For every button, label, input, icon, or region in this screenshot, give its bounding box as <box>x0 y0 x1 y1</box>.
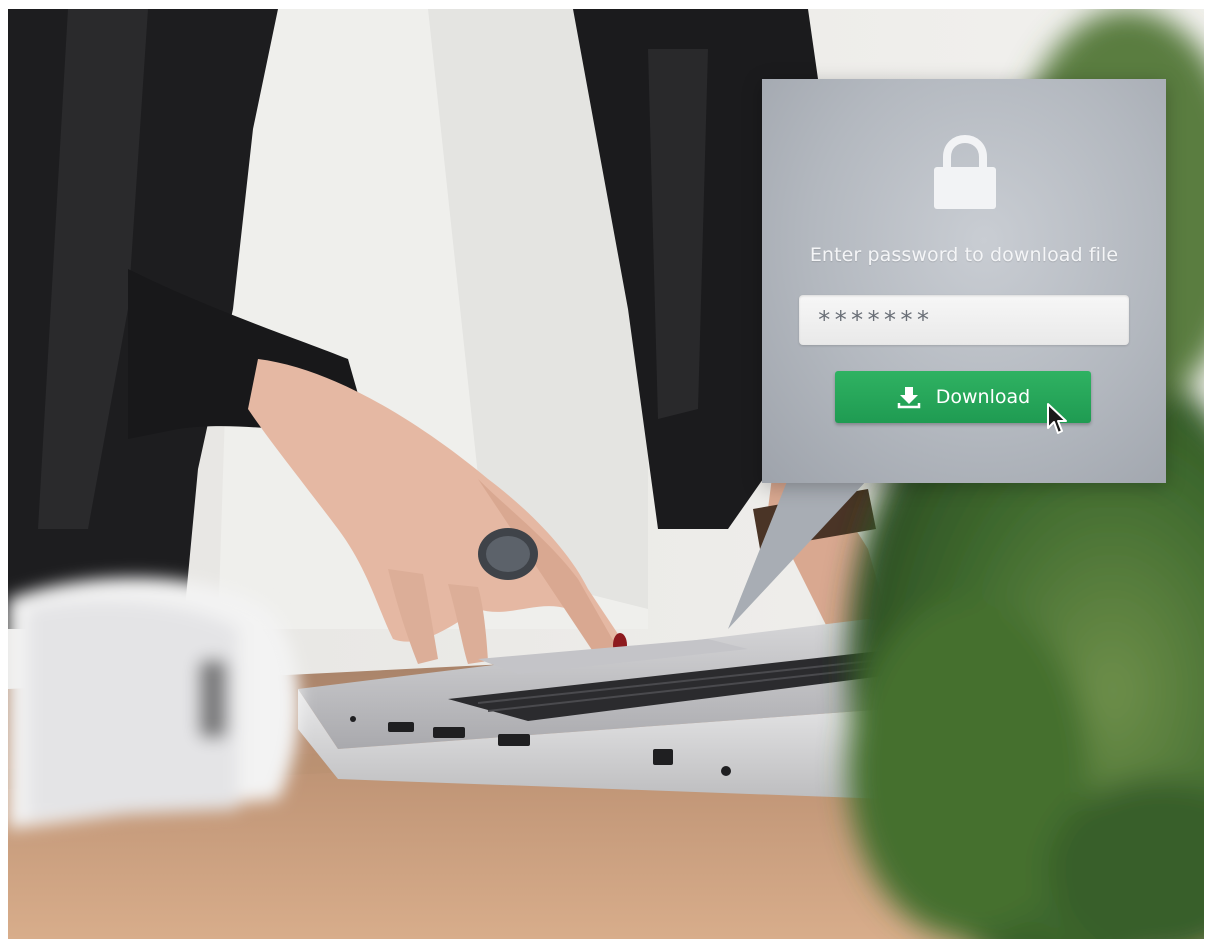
password-prompt: Enter password to download file <box>809 244 1119 266</box>
password-value: ******* <box>817 306 933 334</box>
download-icon <box>897 387 921 409</box>
photo-frame: Enter password to download file ******* … <box>8 9 1204 939</box>
download-label: Download <box>935 386 1031 408</box>
mouse-pointer-icon <box>1047 403 1067 434</box>
lock-icon <box>934 135 996 209</box>
password-dialog: Enter password to download file ******* … <box>762 79 1166 483</box>
password-field[interactable]: ******* <box>799 295 1129 345</box>
popup-pointer <box>728 479 868 629</box>
